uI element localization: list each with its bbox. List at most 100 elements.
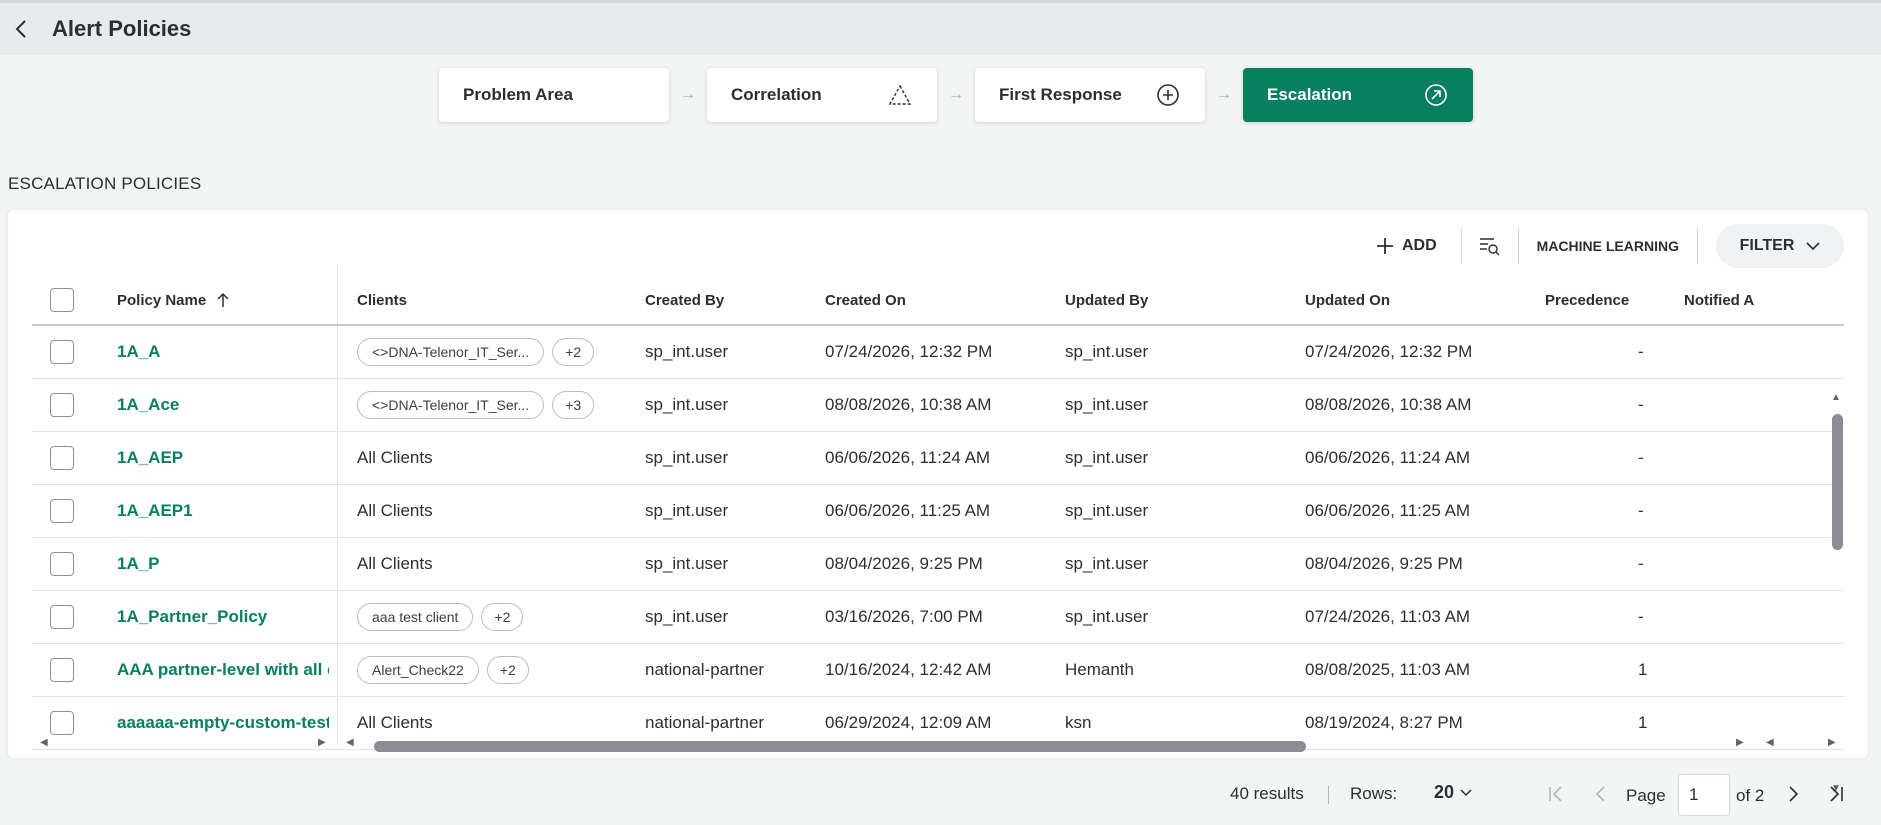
- step-correlation[interactable]: Correlation: [707, 68, 937, 122]
- cell-precedence: -: [1638, 554, 1644, 573]
- header-updated-by[interactable]: Updated By: [1065, 276, 1148, 324]
- policy-name-link[interactable]: 1A_P: [117, 554, 160, 574]
- cell-policy-name: 1A_P: [117, 538, 329, 590]
- client-chip: <>DNA-Telenor_IT_Ser...: [357, 391, 545, 419]
- header-policy-name[interactable]: Policy Name: [117, 276, 230, 324]
- cell-clients: aaa test client +2: [357, 591, 531, 643]
- policy-name-link[interactable]: 1A_AEP1: [117, 501, 193, 521]
- table-row[interactable]: 1A_AEP All Clients sp_int.user 06/06/2026, …: [32, 432, 1844, 485]
- scroll-left-icon[interactable]: ◀: [40, 737, 48, 751]
- next-page-icon[interactable]: [1780, 780, 1808, 808]
- header-notified[interactable]: Notified A: [1684, 276, 1754, 324]
- plus-circle-icon: [1155, 82, 1181, 108]
- header-created-by[interactable]: Created By: [645, 276, 724, 324]
- row-checkbox[interactable]: [50, 446, 74, 470]
- back-icon[interactable]: [12, 20, 30, 38]
- add-button[interactable]: ADD: [1356, 237, 1457, 255]
- arrow-right-icon: →: [1216, 86, 1232, 103]
- cell-updated-by: sp_int.user: [1065, 554, 1149, 573]
- rows-per-page-select[interactable]: 20: [1434, 782, 1472, 803]
- machine-learning-button[interactable]: MACHINE LEARNING: [1523, 238, 1693, 254]
- table-row[interactable]: 1A_P All Clients sp_int.user 08/04/2026, 9:…: [32, 538, 1844, 591]
- policy-name-link[interactable]: 1A_A: [117, 342, 160, 362]
- row-checkbox[interactable]: [50, 605, 74, 629]
- more-clients-chip[interactable]: +2: [486, 656, 529, 684]
- cell-updated-on: 07/24/2026, 12:32 PM: [1305, 342, 1473, 361]
- cell-created-by: sp_int.user: [645, 554, 729, 573]
- filter-button[interactable]: FILTER: [1716, 224, 1844, 268]
- cell-clients: <>DNA-Telenor_IT_Ser... +3: [357, 379, 602, 431]
- horizontal-scroll-thumb[interactable]: [374, 741, 1306, 752]
- cell-policy-name: 1A_AEP: [117, 432, 329, 484]
- more-clients-chip[interactable]: +2: [481, 603, 524, 631]
- header-updated-on[interactable]: Updated On: [1305, 276, 1390, 324]
- step-problem-area[interactable]: Problem Area: [439, 68, 669, 122]
- table-row[interactable]: 1A_Ace <>DNA-Telenor_IT_Ser... +3 sp_int.us…: [32, 379, 1844, 432]
- policy-name-link[interactable]: 1A_AEP: [117, 448, 183, 468]
- cell-updated-on: 06/06/2026, 11:24 AM: [1305, 448, 1471, 467]
- cell-updated-by: sp_int.user: [1065, 395, 1149, 414]
- header-clients[interactable]: Clients: [357, 276, 407, 324]
- last-page-icon[interactable]: [1822, 780, 1850, 808]
- table-row[interactable]: 1A_AEP1 All Clients sp_int.user 06/06/2026,…: [32, 485, 1844, 538]
- first-page-icon[interactable]: [1542, 780, 1570, 808]
- policy-name-link[interactable]: aaaaaa-empty-custom-test.: [117, 713, 329, 733]
- select-all-checkbox[interactable]: [50, 288, 74, 312]
- row-select-cell: [50, 591, 74, 643]
- cell-precedence: -: [1638, 342, 1644, 361]
- toolbar-divider: [1460, 228, 1462, 264]
- cell-precedence: -: [1638, 607, 1644, 626]
- more-clients-chip[interactable]: +2: [552, 338, 595, 366]
- vertical-scrollbar[interactable]: ▲ ▼: [1828, 392, 1844, 794]
- step-first-response[interactable]: First Response: [975, 68, 1205, 122]
- page-input[interactable]: [1678, 774, 1730, 816]
- row-checkbox[interactable]: [50, 552, 74, 576]
- client-chip: Alert_Check22: [357, 656, 479, 684]
- header-precedence[interactable]: Precedence: [1545, 276, 1629, 324]
- policy-name-link[interactable]: 1A_Ace: [117, 395, 179, 415]
- scroll-up-icon[interactable]: ▲: [1831, 392, 1841, 403]
- policy-name-link[interactable]: AAA partner-level with all cl: [117, 660, 329, 680]
- cell-created-by: sp_int.user: [645, 607, 729, 626]
- row-checkbox[interactable]: [50, 340, 74, 364]
- select-all-cell: [50, 276, 74, 324]
- scroll-left-icon[interactable]: ◀: [346, 737, 354, 751]
- row-checkbox[interactable]: [50, 393, 74, 417]
- search-list-icon[interactable]: [1466, 236, 1514, 256]
- footer-divider: [1328, 786, 1329, 804]
- triangle-dashed-icon: [887, 82, 913, 108]
- top-bar: Alert Policies: [0, 0, 1881, 55]
- cell-created-on: 10/16/2024, 12:42 AM: [825, 660, 992, 679]
- prev-page-icon[interactable]: [1586, 780, 1614, 808]
- scroll-right-icon[interactable]: ▶: [1736, 737, 1744, 751]
- row-checkbox[interactable]: [50, 711, 74, 735]
- cell-policy-name: 1A_AEP1: [117, 485, 329, 537]
- client-text: All Clients: [357, 448, 433, 467]
- filter-label: FILTER: [1739, 237, 1795, 254]
- policy-name-link[interactable]: 1A_Partner_Policy: [117, 607, 267, 627]
- table-row[interactable]: 1A_A <>DNA-Telenor_IT_Ser... +2 sp_int.user…: [32, 326, 1844, 379]
- header-created-on[interactable]: Created On: [825, 276, 906, 324]
- scroll-right-icon[interactable]: ▶: [318, 737, 326, 751]
- table-row[interactable]: AAA partner-level with all cl Alert_Check…: [32, 644, 1844, 697]
- cell-created-on: 06/06/2026, 11:24 AM: [825, 448, 991, 467]
- row-checkbox[interactable]: [50, 658, 74, 682]
- row-select-cell: [50, 432, 74, 484]
- cell-clients: All Clients: [357, 432, 433, 484]
- client-text: All Clients: [357, 501, 433, 520]
- policies-panel: ADD MACHINE LEARNING FILTER Policy Name …: [8, 210, 1868, 794]
- chevron-down-icon: [1806, 242, 1820, 250]
- cell-updated-by: sp_int.user: [1065, 448, 1149, 467]
- table-row[interactable]: 1A_Partner_Policy aaa test client +2 sp_int…: [32, 591, 1844, 644]
- row-checkbox[interactable]: [50, 499, 74, 523]
- step-escalation[interactable]: Escalation: [1243, 68, 1473, 122]
- cell-created-on: 08/08/2026, 10:38 AM: [825, 395, 992, 414]
- scroll-right-icon[interactable]: ▶: [1828, 737, 1836, 751]
- vertical-scroll-thumb[interactable]: [1832, 414, 1843, 550]
- more-clients-chip[interactable]: +3: [552, 391, 595, 419]
- add-label: ADD: [1401, 237, 1437, 254]
- pagination-bar: 40 results Rows: 20 Page of 2: [0, 774, 1881, 816]
- scroll-left-icon[interactable]: ◀: [1766, 737, 1774, 751]
- cell-clients: <>DNA-Telenor_IT_Ser... +2: [357, 326, 602, 378]
- cell-updated-on: 06/06/2026, 11:25 AM: [1305, 501, 1471, 520]
